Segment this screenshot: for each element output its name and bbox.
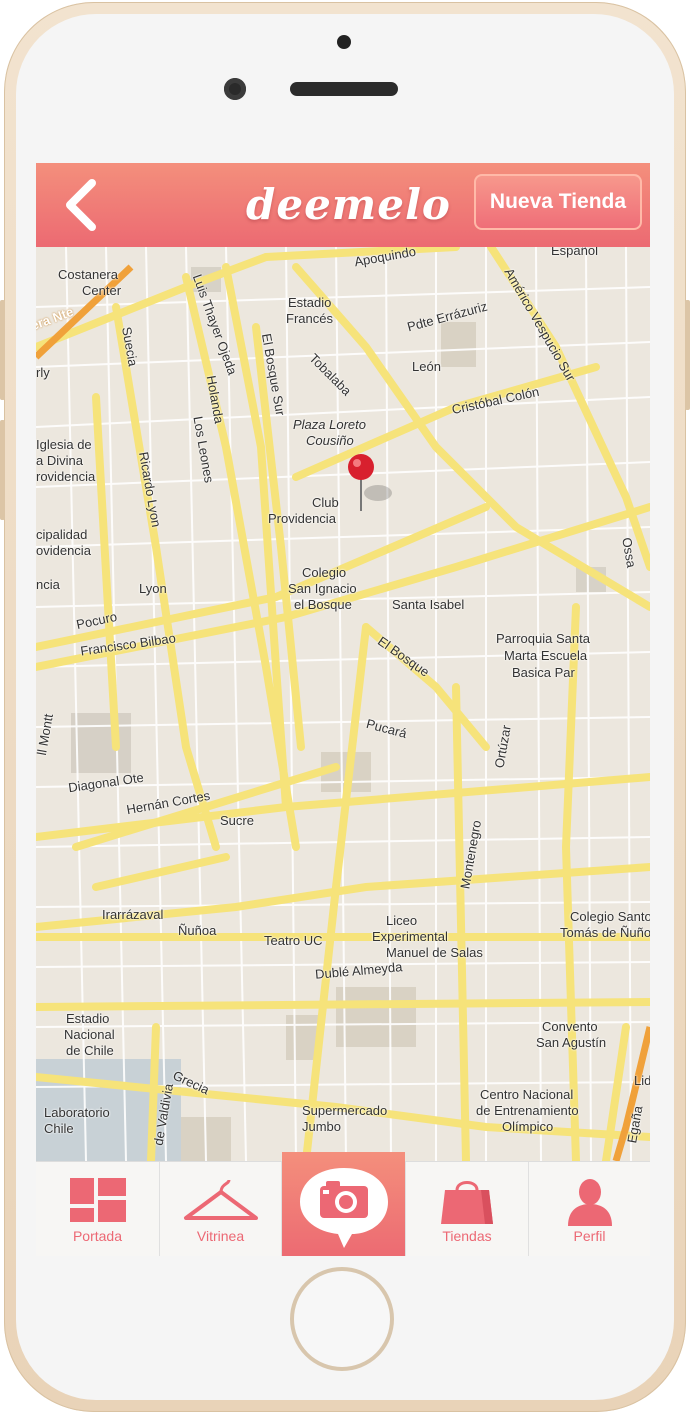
map-label: Lid	[634, 1073, 650, 1088]
tab-label: Tiendas	[442, 1228, 492, 1244]
top-camera-dot	[337, 35, 351, 49]
tab-camera[interactable]	[282, 1152, 405, 1256]
map-label: León	[412, 359, 441, 374]
map-label: Costanera	[58, 267, 118, 282]
map-label: Laboratorio	[44, 1105, 110, 1120]
back-button[interactable]	[58, 175, 114, 235]
map-label: Tomás de Ñuñoa	[560, 925, 650, 940]
map-label: San Ignacio	[288, 581, 357, 596]
map-label: Basica Par	[512, 665, 575, 680]
map-label: Supermercado	[302, 1103, 388, 1118]
map-label: Estadio	[66, 1011, 110, 1026]
tab-portada[interactable]: Portada	[36, 1162, 160, 1256]
map-label: el Bosque	[294, 597, 352, 612]
map-label: Ñuñoa	[178, 923, 217, 938]
map-label: Experimental	[372, 929, 448, 944]
chevron-left-icon	[66, 179, 96, 231]
tab-label: Portada	[72, 1228, 123, 1244]
hanger-icon	[183, 1179, 258, 1220]
map-label: Cousiño	[306, 433, 354, 448]
front-camera	[224, 78, 246, 100]
map-label: de Entrenamiento	[476, 1103, 579, 1118]
map-label: Providencia	[268, 511, 336, 526]
map-label: Marta Escuela	[504, 648, 588, 663]
map-label: Sucre	[220, 813, 254, 828]
map-label: rly	[36, 365, 50, 380]
map-label: Olímpico	[502, 1119, 554, 1134]
navigation-bar: deemelo Nueva Tienda	[36, 163, 650, 247]
map-label: Club	[312, 495, 339, 510]
map-label: de Chile	[66, 1043, 114, 1058]
map-label: San Agustín	[536, 1035, 607, 1050]
map-label: Teatro UC	[264, 933, 323, 948]
map-label: Estadio	[288, 295, 332, 310]
app-screen: deemelo Nueva Tienda Costanera Center Ap…	[36, 163, 650, 1256]
map-view[interactable]: Costanera Center Apoquindo Español Estad…	[36, 247, 650, 1161]
map-label: Centro Nacional	[480, 1087, 574, 1102]
map-label: Santa Isabel	[392, 597, 465, 612]
tab-label: Vitrinea	[196, 1228, 245, 1244]
map-label: Center	[82, 283, 122, 298]
map-label: Irarrázaval	[102, 907, 164, 922]
map-label: Lyon	[139, 581, 167, 596]
location-pin-icon[interactable]	[346, 451, 406, 521]
map-label: cipalidad	[36, 527, 88, 542]
map-label: Iglesia de	[36, 437, 92, 452]
user-icon	[567, 1179, 612, 1226]
shopping-bag-icon	[441, 1181, 493, 1224]
tab-tiendas[interactable]: Tiendas	[405, 1162, 529, 1256]
app-logo: deemelo	[246, 180, 451, 229]
map-label: ovidencia	[36, 543, 91, 558]
volume-up-button	[0, 300, 5, 400]
map-label: Nacional	[64, 1027, 115, 1042]
map-label: Jumbo	[302, 1119, 342, 1134]
map-label: Chile	[44, 1121, 74, 1136]
camera-icon	[300, 1168, 388, 1248]
map-label: Parroquia Santa	[496, 631, 590, 646]
map-label: Francés	[286, 311, 333, 326]
tab-bar: Portada Vitrinea Tiendas Perfil	[36, 1152, 650, 1256]
power-button	[685, 300, 690, 410]
volume-down-button	[0, 420, 5, 520]
new-store-button[interactable]: Nueva Tienda	[474, 174, 642, 230]
map-label: Manuel de Salas	[386, 945, 483, 960]
earpiece-speaker	[290, 82, 398, 96]
map-label: Plaza Loreto	[293, 417, 366, 432]
tab-vitrinea[interactable]: Vitrinea	[160, 1162, 282, 1256]
map-label: Convento	[542, 1019, 598, 1034]
map-label: Español	[551, 247, 598, 258]
map-label: Colegio	[302, 565, 347, 580]
map-label: rovidencia	[36, 469, 96, 484]
tab-perfil[interactable]: Perfil	[529, 1162, 650, 1256]
home-button[interactable]	[290, 1267, 394, 1371]
map-label: a Divina	[36, 453, 83, 468]
map-label: Colegio Santo	[570, 909, 650, 924]
tab-label: Perfil	[573, 1228, 606, 1244]
map-label: Liceo	[386, 913, 418, 928]
dashboard-grid-icon	[69, 1178, 126, 1222]
map-label: ncia	[36, 577, 60, 592]
